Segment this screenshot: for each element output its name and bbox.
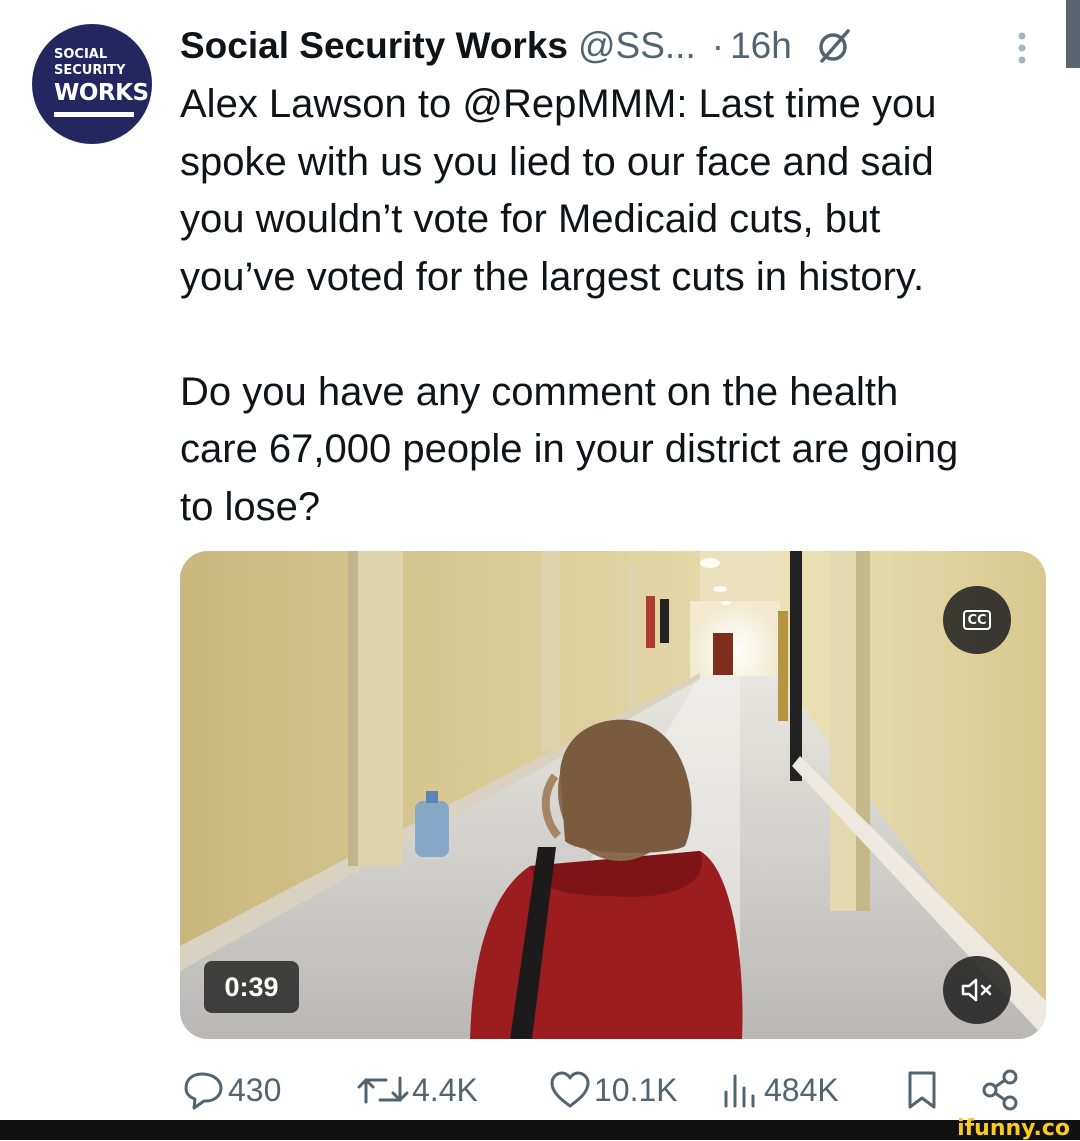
closed-captions-icon: CC <box>963 610 991 630</box>
reply-button[interactable]: 430 <box>182 1060 281 1120</box>
views-button[interactable]: 484K <box>718 1060 839 1120</box>
author-handle[interactable]: @SS... <box>578 25 696 67</box>
video-frame <box>180 551 1046 1039</box>
avatar-text-security: SECURITY <box>54 63 126 78</box>
timestamp[interactable]: 16h <box>730 25 792 67</box>
reply-icon <box>184 1072 223 1110</box>
bookmark-button[interactable] <box>902 1060 942 1120</box>
heart-icon <box>550 1071 590 1108</box>
watermark-bar: ifunny.co <box>0 1116 1080 1141</box>
more-options-icon[interactable] <box>1010 28 1034 68</box>
bookmark-icon <box>908 1071 936 1109</box>
scrollbar[interactable] <box>1066 0 1080 68</box>
reply-count: 430 <box>228 1071 282 1108</box>
tweet-header: Social Security Works @SS... · 16h <box>180 16 852 76</box>
action-bar: 430 4.4K 10.1K 484K <box>0 1060 1080 1120</box>
avatar-text-works: WORKS. <box>54 80 157 106</box>
volume-muted-icon <box>961 978 992 1002</box>
closed-captions-button[interactable]: CC <box>943 586 1011 654</box>
grok-icon[interactable] <box>816 28 852 64</box>
author-name[interactable]: Social Security Works <box>180 25 568 67</box>
video-duration: 0:39 <box>204 961 299 1013</box>
repost-button[interactable]: 4.4K <box>356 1060 478 1120</box>
tweet-text: Alex Lawson to @RepMMM: Last time you sp… <box>180 82 959 529</box>
views-icon <box>724 1074 755 1108</box>
mute-button[interactable] <box>943 956 1011 1024</box>
repost-count: 4.4K <box>412 1071 478 1108</box>
share-button[interactable] <box>980 1060 1024 1120</box>
views-count: 484K <box>764 1071 839 1108</box>
separator-dot: · <box>711 25 725 66</box>
avatar-text-social: SOCIAL <box>54 47 108 62</box>
watermark-logo: ifunny.co <box>957 1116 1070 1141</box>
avatar[interactable]: SOCIAL SECURITY WORKS. <box>32 24 157 144</box>
far-door <box>713 633 733 675</box>
avatar-underline <box>54 112 134 117</box>
repost-icon <box>357 1076 409 1104</box>
video-player[interactable]: CC 0:39 <box>180 551 1046 1039</box>
share-icon <box>982 1069 1018 1111</box>
like-button[interactable]: 10.1K <box>548 1060 678 1120</box>
like-count: 10.1K <box>594 1071 678 1108</box>
